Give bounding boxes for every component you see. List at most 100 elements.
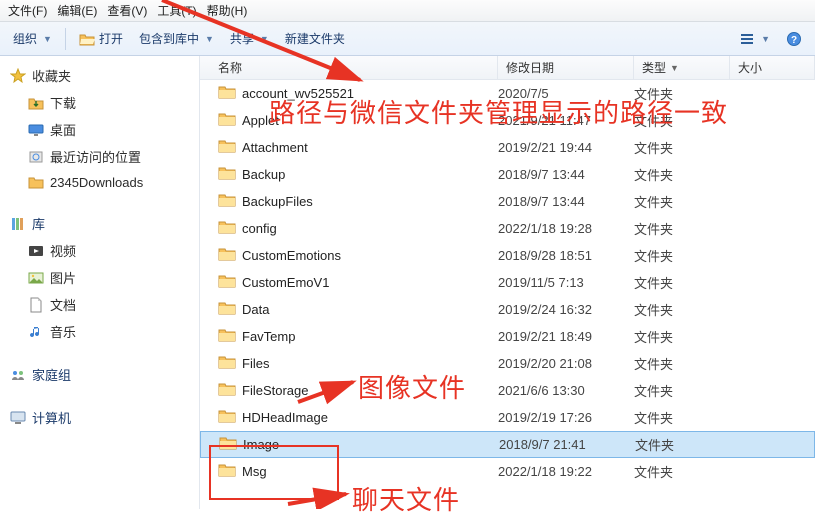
folder-type: 文件夹 — [634, 84, 730, 103]
document-icon — [28, 297, 44, 313]
folder-row[interactable]: Msg2022/1/18 19:22文件夹 — [200, 458, 815, 485]
folder-date: 2019/2/19 17:26 — [498, 410, 634, 425]
column-header-type[interactable]: 类型▼ — [634, 56, 730, 79]
sidebar-item-desktop[interactable]: 桌面 — [4, 116, 195, 143]
recent-icon — [28, 149, 44, 165]
open-folder-icon — [79, 31, 95, 47]
navigation-pane: 收藏夹 下载 桌面 最近访问的位置 2345Downloads 库 视频 — [0, 56, 200, 509]
folder-name: FileStorage — [242, 383, 308, 398]
folder-date: 2019/2/24 16:32 — [498, 302, 634, 317]
folder-row[interactable]: CustomEmotions 2018/9/28 18:51文件夹 — [200, 242, 815, 269]
sidebar-libraries[interactable]: 库 — [4, 210, 195, 237]
toolbar-share[interactable]: 共享▼ — [223, 27, 276, 50]
toolbar-help[interactable]: ? — [779, 28, 809, 50]
sidebar-item-recent[interactable]: 最近访问的位置 — [4, 143, 195, 170]
file-list[interactable]: account_wv5255212020/7/5文件夹Applet2021/9/… — [200, 80, 815, 509]
menu-tools[interactable]: 工具(T) — [153, 0, 200, 21]
folder-icon — [28, 174, 44, 190]
folder-type: 文件夹 — [634, 327, 730, 346]
folder-type: 文件夹 — [634, 462, 730, 481]
folder-row[interactable]: BackupFiles2018/9/7 13:44文件夹 — [200, 188, 815, 215]
folder-type: 文件夹 — [635, 435, 731, 454]
toolbar-new-folder[interactable]: 新建文件夹 — [278, 27, 352, 50]
folder-name: Data — [242, 302, 269, 317]
folder-type: 文件夹 — [634, 246, 730, 265]
sidebar-item-videos[interactable]: 视频 — [4, 237, 195, 264]
folder-row[interactable]: Applet2021/9/21 11:47文件夹 — [200, 107, 815, 134]
help-icon: ? — [786, 31, 802, 47]
folder-type: 文件夹 — [634, 219, 730, 238]
sidebar-item-pictures[interactable]: 图片 — [4, 264, 195, 291]
folder-row[interactable]: FavTemp2019/2/21 18:49文件夹 — [200, 323, 815, 350]
folder-date: 2019/2/20 21:08 — [498, 356, 634, 371]
folder-name: CustomEmotions — [242, 248, 341, 263]
toolbar-organize[interactable]: 组织▼ — [6, 27, 59, 50]
folder-icon — [218, 326, 236, 347]
sidebar-favorites[interactable]: 收藏夹 — [4, 62, 195, 89]
menu-file[interactable]: 文件(F) — [4, 0, 51, 21]
folder-row[interactable]: CustomEmoV12019/11/5 7:13文件夹 — [200, 269, 815, 296]
folder-type: 文件夹 — [634, 300, 730, 319]
folder-date: 2021/9/21 11:47 — [498, 113, 634, 128]
folder-row[interactable]: Backup 2018/9/7 13:44文件夹 — [200, 161, 815, 188]
computer-icon — [10, 410, 26, 426]
sidebar-computer[interactable]: 计算机 — [4, 404, 195, 431]
sidebar-item-2345downloads[interactable]: 2345Downloads — [4, 170, 195, 194]
folder-type: 文件夹 — [634, 165, 730, 184]
toolbar-include-in-library[interactable]: 包含到库中▼ — [132, 27, 221, 50]
folder-icon — [218, 353, 236, 374]
folder-row[interactable]: FileStorage 2021/6/6 13:30文件夹 — [200, 377, 815, 404]
menu-view[interactable]: 查看(V) — [103, 0, 151, 21]
music-icon — [28, 324, 44, 340]
folder-icon — [218, 299, 236, 320]
folder-icon — [218, 245, 236, 266]
folder-row[interactable]: Attachment2019/2/21 19:44文件夹 — [200, 134, 815, 161]
menu-help[interactable]: 帮助(H) — [203, 0, 252, 21]
folder-row[interactable]: config 2022/1/18 19:28文件夹 — [200, 215, 815, 242]
view-icon — [739, 31, 755, 47]
folder-row[interactable]: Data 2019/2/24 16:32文件夹 — [200, 296, 815, 323]
folder-row[interactable]: account_wv5255212020/7/5文件夹 — [200, 80, 815, 107]
folder-date: 2021/6/6 13:30 — [498, 383, 634, 398]
folder-icon — [218, 110, 236, 131]
folder-type: 文件夹 — [634, 192, 730, 211]
folder-icon — [218, 461, 236, 482]
picture-icon — [28, 270, 44, 286]
folder-row[interactable]: HDHeadImage2019/2/19 17:26文件夹 — [200, 404, 815, 431]
folder-date: 2022/1/18 19:28 — [498, 221, 634, 236]
folder-row[interactable]: Image2018/9/7 21:41文件夹 — [200, 431, 815, 458]
folder-icon — [219, 434, 237, 455]
menu-edit[interactable]: 编辑(E) — [53, 0, 101, 21]
column-header-name[interactable]: 名称 — [200, 56, 498, 79]
folder-name: config — [242, 221, 277, 236]
star-icon — [10, 68, 26, 84]
folder-date: 2020/7/5 — [498, 86, 634, 101]
folder-icon — [218, 407, 236, 428]
folder-name: FavTemp — [242, 329, 295, 344]
folder-date: 2018/9/28 18:51 — [498, 248, 634, 263]
folder-icon — [218, 164, 236, 185]
folder-type: 文件夹 — [634, 111, 730, 130]
folder-date: 2018/9/7 13:44 — [498, 167, 634, 182]
column-header-date[interactable]: 修改日期 — [498, 56, 634, 79]
folder-icon — [218, 218, 236, 239]
column-header-size[interactable]: 大小 — [730, 56, 815, 79]
folder-type: 文件夹 — [634, 138, 730, 157]
toolbar-open[interactable]: 打开 — [72, 27, 130, 50]
folder-row[interactable]: Files2019/2/20 21:08文件夹 — [200, 350, 815, 377]
toolbar-view-options[interactable]: ▼ — [732, 28, 777, 50]
folder-type: 文件夹 — [634, 354, 730, 373]
folder-icon — [218, 83, 236, 104]
toolbar-separator — [65, 28, 66, 50]
folder-name: Backup — [242, 167, 285, 182]
folder-type: 文件夹 — [634, 381, 730, 400]
sidebar-homegroup[interactable]: 家庭组 — [4, 361, 195, 388]
sidebar-item-music[interactable]: 音乐 — [4, 318, 195, 345]
folder-name: Attachment — [242, 140, 308, 155]
toolbar: 组织▼ 打开 包含到库中▼ 共享▼ 新建文件夹 ▼ ? — [0, 22, 815, 56]
folder-type: 文件夹 — [634, 273, 730, 292]
folder-name: Msg — [242, 464, 267, 479]
folder-icon — [218, 380, 236, 401]
sidebar-item-downloads[interactable]: 下载 — [4, 89, 195, 116]
sidebar-item-documents[interactable]: 文档 — [4, 291, 195, 318]
